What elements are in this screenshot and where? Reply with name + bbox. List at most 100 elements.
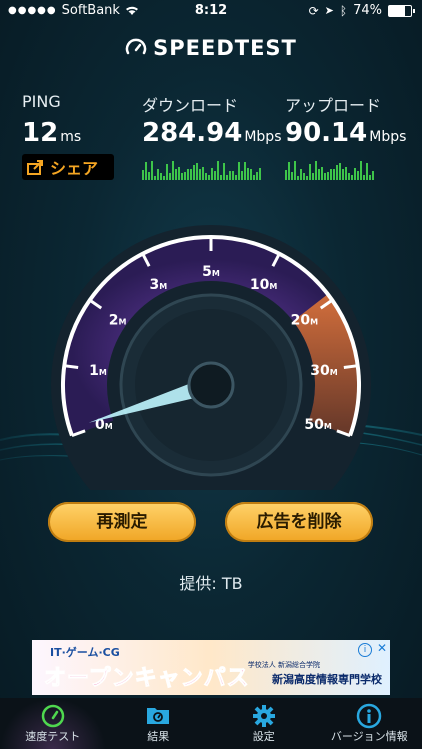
graph-bar: [303, 173, 305, 180]
graph-bar: [300, 169, 302, 180]
speed-gauge: 0M 1M 2M 3M 5M 10M 20M 30M 50M: [0, 210, 422, 545]
download-graph: [142, 156, 261, 180]
remove-ads-button[interactable]: 広告を削除: [225, 502, 373, 542]
graph-bar: [247, 168, 249, 180]
graph-bar: [154, 176, 156, 180]
graph-bar: [157, 169, 159, 180]
ad-main-text: オープンキャンパス: [44, 666, 250, 692]
gauge-tick: [343, 364, 358, 369]
graph-bar: [217, 161, 219, 180]
graph-bar: [312, 173, 314, 180]
tab-bar: 速度テスト 結果 設定 バージョン情報: [0, 698, 422, 749]
graph-bar: [285, 170, 287, 180]
ping-value-group: 12 ms: [22, 118, 81, 148]
graph-bar: [259, 168, 261, 180]
status-bar: ●●●●● SoftBank 8:12 ⟳ ➤ ᛒ 74%: [0, 0, 422, 22]
graph-bar: [357, 171, 359, 180]
graph-bar: [363, 175, 365, 180]
provider-label: 提供: TB: [179, 574, 243, 593]
location-icon: ➤: [324, 4, 334, 17]
battery-icon: [388, 4, 415, 17]
graph-bar: [360, 161, 362, 180]
ping-unit: ms: [60, 129, 82, 145]
graph-bar: [199, 169, 201, 180]
graph-bar: [211, 168, 213, 180]
graph-bar: [327, 172, 329, 180]
info-icon: [357, 703, 382, 729]
share-button[interactable]: シェア: [22, 154, 114, 180]
ad-school-sub: 学校法人 新潟総合学院: [247, 661, 320, 669]
graph-bar: [226, 175, 228, 180]
tab-about[interactable]: バージョン情報: [317, 698, 422, 749]
graph-bar: [369, 175, 371, 180]
upload-value: 90.14: [285, 118, 368, 148]
graph-bar: [291, 172, 293, 180]
graph-bar: [294, 161, 296, 180]
graph-bar: [366, 163, 368, 180]
graph-bar: [256, 172, 258, 180]
graph-bar: [238, 162, 240, 180]
tab-speedtest[interactable]: 速度テスト: [0, 698, 106, 749]
graph-bar: [235, 175, 237, 180]
graph-bar: [372, 171, 374, 180]
app-title: SPEEDTEST: [153, 36, 297, 60]
ad-close-icon[interactable]: ✕: [377, 641, 387, 655]
retest-button[interactable]: 再測定: [48, 502, 196, 542]
graph-bar: [318, 169, 320, 180]
graph-bar: [166, 164, 168, 180]
share-label: シェア: [50, 159, 99, 178]
tab-settings-label: 設定: [252, 730, 275, 743]
upload-label: アップロード: [285, 96, 382, 115]
ad-banner[interactable]: IT·ゲーム·CG オープンキャンパス 学校法人 新潟総合学院 新潟高度情報専門…: [32, 640, 390, 695]
graph-bar: [321, 167, 323, 180]
share-icon: [27, 160, 43, 175]
download-label: ダウンロード: [142, 96, 239, 115]
graph-bar: [151, 161, 153, 180]
graph-bar: [354, 168, 356, 180]
graph-bar: [288, 162, 290, 180]
graph-bar: [223, 163, 225, 180]
graph-bar: [163, 176, 165, 180]
graph-bar: [178, 167, 180, 180]
tab-settings[interactable]: 設定: [211, 698, 317, 749]
tab-speedtest-label: 速度テスト: [25, 730, 81, 743]
graph-bar: [333, 169, 335, 180]
graph-bar: [309, 164, 311, 180]
graph-bar: [342, 169, 344, 180]
graph-bar: [220, 175, 222, 180]
graph-bar: [184, 172, 186, 180]
graph-bar: [339, 163, 341, 180]
graph-bar: [241, 171, 243, 180]
gauge-tick: [64, 364, 79, 369]
graph-bar: [172, 161, 174, 180]
download-value: 284.94: [142, 118, 243, 148]
download-value-group: 284.94 Mbps: [142, 118, 282, 148]
download-unit: Mbps: [244, 129, 282, 145]
graph-bar: [208, 175, 210, 180]
graph-bar: [142, 170, 144, 180]
graph-bar: [297, 176, 299, 180]
graph-bar: [145, 162, 147, 180]
graph-bar: [187, 169, 189, 180]
gear-icon: [252, 705, 275, 727]
graph-bar: [229, 171, 231, 180]
graph-bar: [345, 167, 347, 180]
graph-bar: [348, 173, 350, 180]
tab-results-label: 結果: [147, 730, 170, 743]
tab-results[interactable]: 結果: [106, 698, 212, 749]
graph-bar: [253, 175, 255, 180]
speedometer-icon: [41, 704, 64, 728]
results-folder-icon: [147, 708, 170, 724]
graph-bar: [175, 169, 177, 180]
graph-bar: [351, 175, 353, 180]
graph-bar: [214, 171, 216, 180]
graph-bar: [169, 173, 171, 180]
tab-about-label: バージョン情報: [330, 730, 408, 743]
ad-info-icon[interactable]: i: [358, 643, 372, 657]
upload-unit: Mbps: [369, 129, 407, 145]
graph-bar: [193, 165, 195, 180]
rotation-lock-icon: ⟳: [308, 3, 319, 18]
graph-bar: [330, 169, 332, 180]
graph-bar: [148, 172, 150, 180]
gauge-needle-cap: [187, 361, 235, 409]
